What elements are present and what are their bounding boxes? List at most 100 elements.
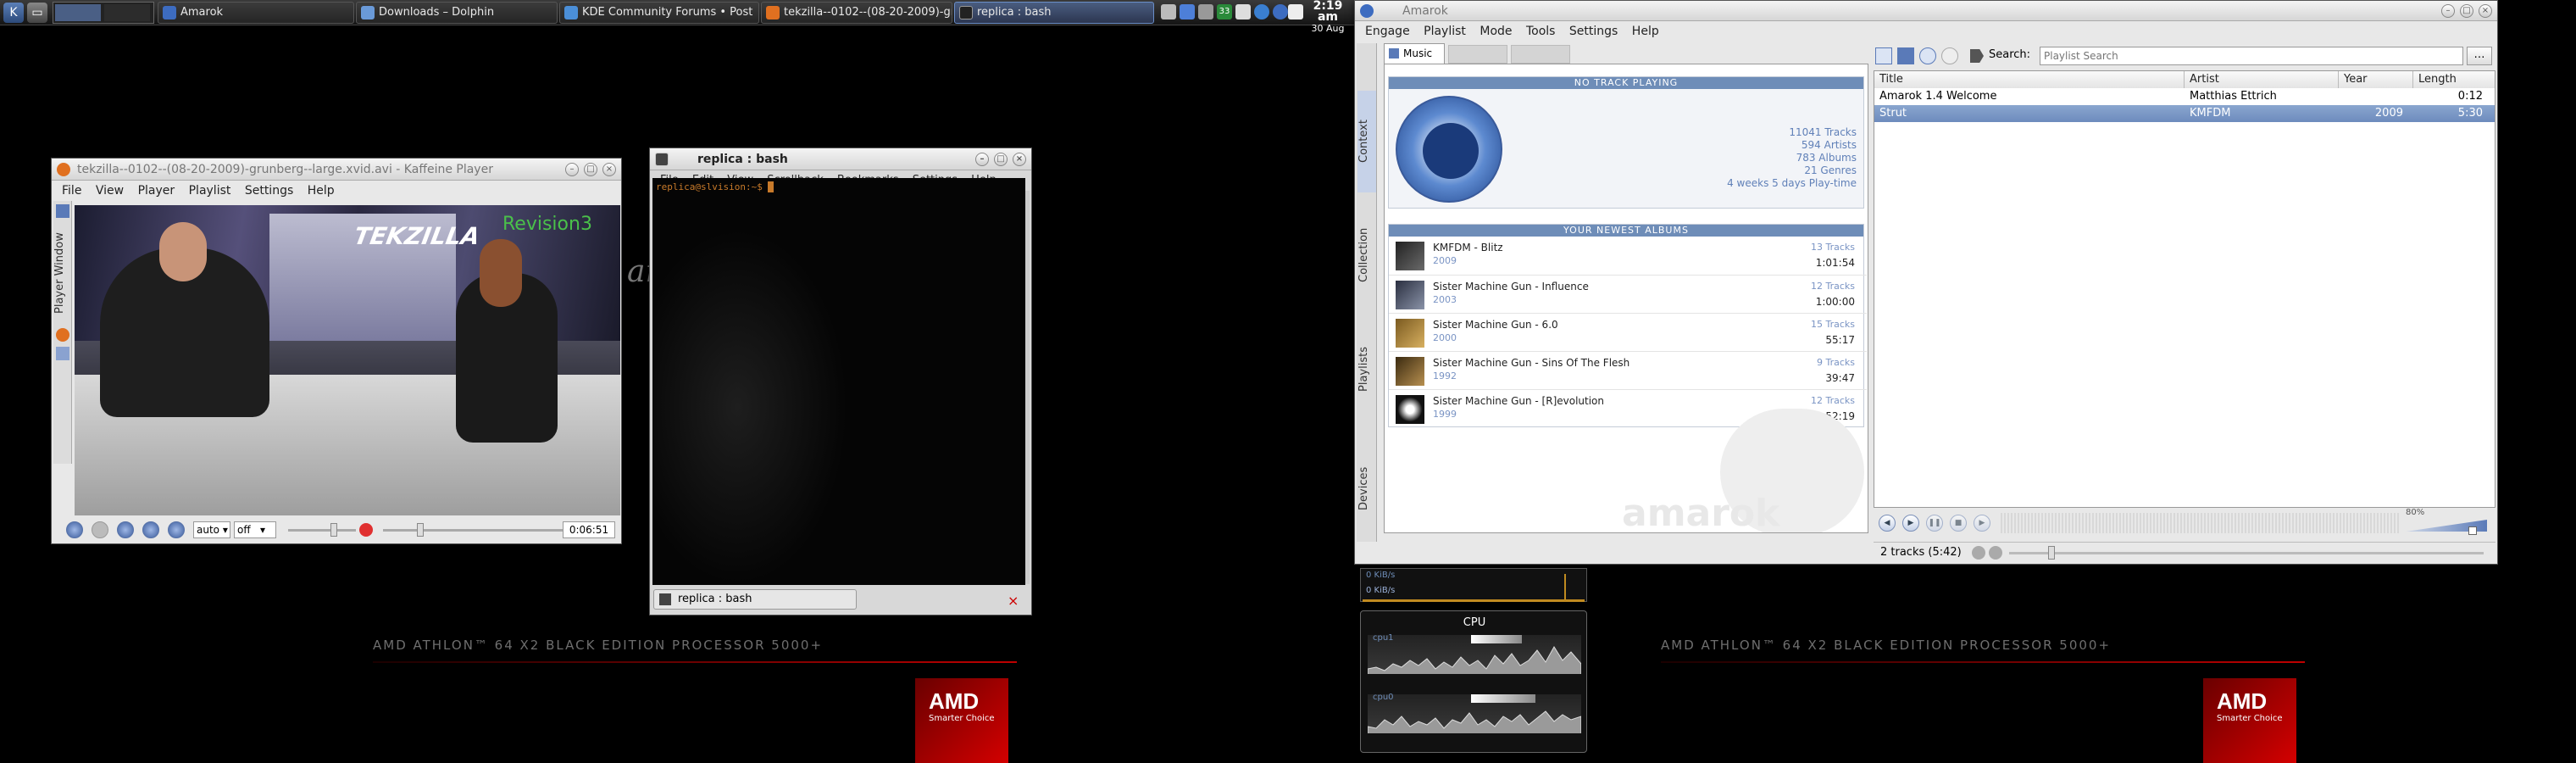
repeat-icon[interactable] bbox=[1972, 546, 1985, 560]
progress-handle[interactable] bbox=[2048, 546, 2055, 560]
tab-music[interactable]: Music bbox=[1384, 43, 1445, 64]
menu-engage[interactable]: Engage bbox=[1365, 25, 1410, 38]
kaffeine-titlebar[interactable]: tekzilla--0102--(08-20-2009)-grunberg--l… bbox=[52, 159, 621, 181]
album-item[interactable]: KMFDM - Blitz 2009 13 Tracks 1:01:54 bbox=[1389, 237, 1867, 275]
seek-handle[interactable] bbox=[417, 523, 424, 537]
maximize-icon[interactable]: □ bbox=[994, 153, 1008, 166]
undo-icon[interactable] bbox=[1919, 47, 1936, 64]
table-row-selected[interactable]: Strut KMFDM 2009 5:30 bbox=[1874, 105, 2495, 122]
clear-playlist-icon[interactable] bbox=[1875, 47, 1892, 64]
close-tab-icon[interactable]: × bbox=[1008, 593, 1019, 609]
analyzer[interactable] bbox=[2001, 513, 2399, 533]
menu-playlist[interactable]: Playlist bbox=[189, 184, 231, 198]
stat-artists[interactable]: 594 Artists bbox=[1727, 139, 1857, 152]
show-desktop-icon[interactable]: ▭ bbox=[27, 3, 47, 23]
playlist-search-input[interactable] bbox=[2040, 47, 2463, 65]
menu-mode[interactable]: Mode bbox=[1480, 25, 1512, 38]
terminal-area[interactable]: replica@slvision:~$ _ bbox=[652, 178, 1025, 585]
progress-slider[interactable] bbox=[2009, 552, 2484, 554]
tab-context[interactable]: Context bbox=[1357, 91, 1376, 192]
konsole-titlebar[interactable]: replica : bash – □ × bbox=[650, 148, 1031, 170]
sidebar-icon-2[interactable] bbox=[56, 328, 69, 342]
column-year[interactable]: Year bbox=[2339, 71, 2413, 88]
minimize-icon[interactable]: – bbox=[975, 153, 989, 166]
minimize-icon[interactable]: – bbox=[565, 163, 579, 176]
kde-menu-icon[interactable]: K bbox=[3, 3, 24, 23]
tab-wikipedia[interactable] bbox=[1511, 45, 1570, 64]
album-item[interactable]: Sister Machine Gun - 6.0 2000 15 Tracks 55… bbox=[1389, 313, 1867, 351]
menu-player[interactable]: Player bbox=[138, 184, 175, 198]
search-options-button[interactable]: … bbox=[2467, 47, 2492, 65]
volume-slider[interactable] bbox=[288, 529, 356, 532]
previous-icon[interactable]: ◀ bbox=[1879, 515, 1896, 532]
pause-icon[interactable] bbox=[117, 521, 134, 538]
volume-icon[interactable] bbox=[1161, 4, 1176, 19]
maximize-icon[interactable]: □ bbox=[584, 163, 597, 176]
pager-desktop-2[interactable] bbox=[104, 4, 150, 21]
play-icon[interactable] bbox=[92, 521, 108, 538]
stat-albums[interactable]: 783 Albums bbox=[1727, 152, 1857, 164]
menu-settings[interactable]: Settings bbox=[245, 184, 293, 198]
device-icon[interactable] bbox=[1235, 4, 1251, 19]
amarok-titlebar[interactable]: Amarok – □ × bbox=[1355, 1, 2497, 21]
close-icon[interactable]: × bbox=[2479, 4, 2492, 18]
search-clear-icon[interactable] bbox=[1970, 49, 1984, 63]
menu-help[interactable]: Help bbox=[308, 184, 335, 198]
sidebar-icon-1[interactable] bbox=[56, 204, 69, 218]
redo-icon[interactable] bbox=[1941, 47, 1958, 64]
mute-icon[interactable] bbox=[359, 523, 373, 537]
stop-icon[interactable]: ■ bbox=[1950, 515, 1967, 532]
tab-lyrics[interactable] bbox=[1448, 45, 1507, 64]
column-length[interactable]: Length bbox=[2413, 71, 2495, 88]
column-artist[interactable]: Artist bbox=[2185, 71, 2339, 88]
volume-handle[interactable] bbox=[330, 523, 337, 537]
seek-slider[interactable] bbox=[383, 529, 566, 532]
next-icon[interactable]: ▶ bbox=[1974, 515, 1990, 532]
skip-back-icon[interactable] bbox=[66, 521, 83, 538]
video-area[interactable]: TEKZILLA Revision3 bbox=[75, 205, 620, 515]
clipboard-icon[interactable] bbox=[1198, 4, 1213, 19]
pause-icon[interactable]: ❚❚ bbox=[1926, 515, 1943, 532]
tab-devices[interactable]: Devices bbox=[1357, 442, 1376, 535]
stat-genres[interactable]: 21 Genres bbox=[1727, 164, 1857, 177]
updates-icon[interactable]: 33 bbox=[1217, 4, 1232, 19]
task-forums[interactable]: KDE Community Forums • Post bbox=[559, 2, 759, 24]
save-playlist-icon[interactable] bbox=[1897, 47, 1914, 64]
task-kaffeine[interactable]: tekzilla--0102--(08-20-2009)-gru bbox=[761, 2, 952, 24]
deinterlace-select[interactable]: off ▾ bbox=[234, 521, 276, 538]
column-title[interactable]: Title bbox=[1874, 71, 2185, 88]
menu-settings[interactable]: Settings bbox=[1569, 25, 1618, 38]
volume-handle[interactable] bbox=[2468, 526, 2477, 535]
random-icon[interactable] bbox=[1989, 546, 2002, 560]
menu-file[interactable]: File bbox=[62, 184, 81, 198]
desktop-pager[interactable] bbox=[53, 2, 154, 24]
tab-collection[interactable]: Collection bbox=[1357, 204, 1376, 306]
album-item[interactable]: Sister Machine Gun - Sins Of The Flesh 19… bbox=[1389, 351, 1867, 389]
close-icon[interactable]: × bbox=[1013, 153, 1026, 166]
maximize-icon[interactable]: □ bbox=[2460, 4, 2473, 18]
update-notifier-icon[interactable] bbox=[1254, 4, 1269, 19]
menu-tools[interactable]: Tools bbox=[1526, 25, 1556, 38]
pager-desktop-1[interactable] bbox=[55, 4, 101, 21]
amarok-tray-icon[interactable] bbox=[1273, 4, 1288, 19]
album-item[interactable]: Sister Machine Gun - Influence 2003 12 Tr… bbox=[1389, 275, 1867, 313]
stat-tracks[interactable]: 11041 Tracks bbox=[1727, 126, 1857, 139]
aspect-select[interactable]: auto ▾ bbox=[193, 521, 230, 538]
task-dolphin[interactable]: Downloads – Dolphin bbox=[356, 2, 558, 24]
task-terminal[interactable]: replica : bash bbox=[954, 2, 1154, 24]
notes-icon[interactable] bbox=[1288, 4, 1303, 19]
tab-playlists[interactable]: Playlists bbox=[1357, 323, 1376, 416]
minimize-icon[interactable]: – bbox=[2441, 4, 2455, 18]
close-icon[interactable]: × bbox=[602, 163, 616, 176]
table-row[interactable]: Amarok 1.4 Welcome Matthias Ettrich 0:12 bbox=[1874, 88, 2495, 105]
clock[interactable]: 2:19 am 30 Aug bbox=[1303, 0, 1352, 34]
sidebar-icon-3[interactable] bbox=[56, 347, 69, 360]
play-icon[interactable]: ▶ bbox=[1902, 515, 1919, 532]
tab-player-window[interactable]: Player Window bbox=[53, 226, 72, 320]
skip-forward-icon[interactable] bbox=[168, 521, 185, 538]
menu-playlist[interactable]: Playlist bbox=[1424, 25, 1466, 38]
network-icon[interactable] bbox=[1180, 4, 1195, 19]
session-tab[interactable]: replica : bash bbox=[653, 589, 857, 610]
task-amarok[interactable]: Amarok bbox=[158, 2, 354, 24]
menu-view[interactable]: View bbox=[96, 184, 124, 198]
